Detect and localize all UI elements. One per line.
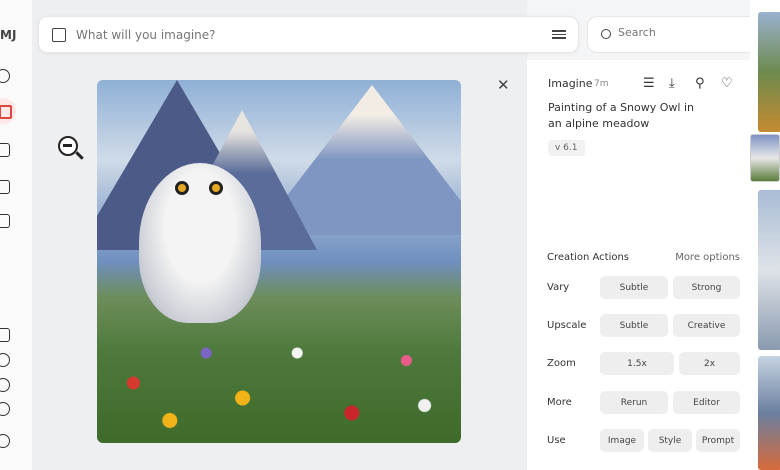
- search-input[interactable]: [618, 26, 758, 39]
- rerun-button[interactable]: Rerun: [600, 391, 668, 414]
- row-label: Zoom: [547, 358, 576, 369]
- search-icon: [601, 29, 611, 39]
- menu-icon[interactable]: ☰: [643, 76, 655, 91]
- use-style-button[interactable]: Style: [648, 429, 692, 452]
- download-icon[interactable]: ⤓: [669, 76, 675, 91]
- heart-icon[interactable]: ♡: [721, 76, 733, 91]
- close-icon[interactable]: ✕: [497, 76, 510, 94]
- flowers: [97, 293, 461, 443]
- thumbnail[interactable]: [758, 190, 780, 350]
- timestamp: 7m: [594, 79, 609, 89]
- vary-strong-button[interactable]: Strong: [673, 276, 740, 299]
- use-prompt-button[interactable]: Prompt: [696, 429, 740, 452]
- image-icon[interactable]: [52, 28, 66, 42]
- thumbnail[interactable]: [758, 356, 780, 470]
- profile-icon[interactable]: [0, 434, 10, 448]
- zoom-out-icon[interactable]: [58, 136, 78, 156]
- prompt-bar: [38, 16, 579, 53]
- tasks-icon[interactable]: [0, 214, 10, 228]
- logo[interactable]: MJ: [0, 28, 16, 42]
- explore-icon[interactable]: [0, 69, 10, 83]
- thumbnail-selected[interactable]: [750, 134, 780, 182]
- settings-sliders-icon[interactable]: [552, 28, 566, 42]
- search-bar: [587, 16, 773, 53]
- version-badge: v 6.1: [548, 140, 585, 156]
- use-image-button[interactable]: Image: [600, 429, 644, 452]
- detail-panel: Imagine 7m ☰ ⤓ ⚲ ♡ Painting of a Snowy O…: [527, 60, 750, 470]
- prompt-text: Painting of a Snowy Owl in an alpine mea…: [548, 101, 694, 130]
- vary-subtle-button[interactable]: Subtle: [600, 276, 668, 299]
- notifications-icon[interactable]: [0, 378, 10, 392]
- row-label: Upscale: [547, 320, 587, 331]
- lab-icon[interactable]: [0, 328, 10, 342]
- generated-image[interactable]: [97, 80, 461, 443]
- row-label: Use: [547, 435, 566, 446]
- theme-icon[interactable]: [0, 402, 10, 416]
- job-type: Imagine: [548, 77, 593, 90]
- upscale-creative-button[interactable]: Creative: [673, 314, 740, 337]
- create-icon[interactable]: [0, 98, 16, 124]
- zoom-1.5x-button[interactable]: 1.5x: [600, 352, 674, 375]
- editor-button[interactable]: Editor: [673, 391, 740, 414]
- search-icon[interactable]: ⚲: [695, 76, 705, 91]
- row-label: More: [547, 397, 572, 408]
- sidebar: MJ: [0, 0, 32, 470]
- zoom-2x-button[interactable]: 2x: [679, 352, 740, 375]
- creation-actions-heading: Creation Actions: [547, 252, 630, 263]
- row-label: Vary: [547, 282, 570, 293]
- help-icon[interactable]: [0, 353, 10, 367]
- thumbnail[interactable]: [758, 12, 780, 132]
- upscale-subtle-button[interactable]: Subtle: [600, 314, 668, 337]
- prompt-input[interactable]: [76, 25, 516, 45]
- more-options-link[interactable]: More options: [675, 252, 740, 263]
- organize-icon[interactable]: [0, 143, 10, 157]
- thumbnail-strip: [750, 0, 780, 470]
- chat-icon[interactable]: [0, 180, 10, 194]
